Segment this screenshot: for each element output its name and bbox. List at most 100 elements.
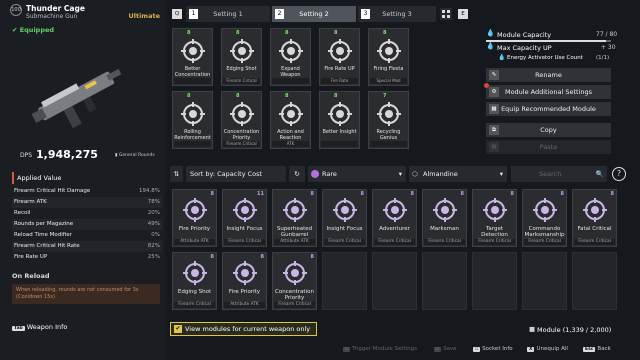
equipped-module-slot[interactable]: 8 Edging Shot Firearm Critical [221, 28, 262, 86]
module-cost: 8 [460, 191, 464, 197]
equip-recommended-button[interactable]: ▦ Equip Recommended Module [486, 102, 611, 116]
module-socket-type: Fire Rate [321, 78, 358, 84]
module-socket-type: Firearm Critical [224, 239, 265, 245]
equipped-module-slot[interactable]: 8 Better Concentration [172, 28, 213, 86]
save-button[interactable]: ▫ Save [434, 346, 457, 352]
ammo-type: ▮ General Rounds [115, 153, 155, 158]
tab-setting-1[interactable]: 1 Setting 1 [186, 6, 270, 22]
inventory-module-card[interactable]: 8 Fire Priority Attribute ATK [172, 189, 217, 247]
weapon-info-button[interactable]: Tab Weapon Info [12, 323, 67, 331]
inventory-module-card[interactable]: 8 Target Detection Firearm Critical [472, 189, 517, 247]
inventory-module-card[interactable]: 11 Insight Focus Firearm Critical [222, 189, 267, 247]
copy-label: Copy [540, 126, 557, 134]
stat-row: Recoil 20% [12, 208, 162, 219]
equipped-module-slot[interactable]: 8Expand Weapon Charge [270, 28, 311, 86]
search-placeholder: Search [539, 170, 562, 178]
tab-label: Setting 1 [213, 10, 243, 18]
module-socket-type: Firearm Critical [424, 239, 465, 245]
socket-info-button[interactable]: ▫ Socket Info [473, 346, 513, 352]
settings-icon: ⚙ [489, 87, 499, 97]
module-icon [326, 37, 354, 67]
equipped-module-slot[interactable]: 7 Recycling Genius [368, 91, 409, 149]
stat-value: 25% [147, 254, 160, 260]
prev-tab-key[interactable]: Q [172, 9, 182, 19]
search-input[interactable]: Search 🔍 [511, 166, 607, 182]
tab-setting-3[interactable]: 3 Setting 3 [358, 6, 436, 22]
module-icon [331, 196, 359, 224]
inventory-module-card[interactable]: 8 Concentration Priority Firearm Critical [272, 252, 317, 310]
module-cost: 8 [360, 191, 364, 197]
sort-dropdown[interactable]: Sort by: Capacity Cost [186, 166, 286, 182]
socket-filter-dropdown[interactable]: ⬡ Almandine ▾ [409, 166, 507, 182]
view-modules-label: View modules for current weapon only [185, 325, 311, 333]
inventory-module-card[interactable]: 8 Superheated Gunbarrel Attribute ATK [272, 189, 317, 247]
tab-label: Setting 2 [299, 10, 329, 18]
help-icon[interactable]: ? [612, 167, 626, 181]
back-button[interactable]: Esc Back [583, 346, 611, 352]
inventory-module-card[interactable]: 8 Adventurer Firearm Critical [372, 189, 417, 247]
module-socket-type [174, 78, 211, 84]
module-cost: 8 [610, 191, 614, 197]
rename-button[interactable]: ✎ Rename [486, 68, 611, 82]
additional-settings-button[interactable]: ⚙ Module Additional Settings [486, 85, 611, 99]
module-name: Better Concentration [174, 66, 211, 78]
equipped-module-slot[interactable]: 8 Action and Reaction ATK [270, 91, 311, 149]
equipped-module-slot[interactable]: 8 Fire Rate UP Fire Rate [319, 28, 360, 86]
module-icon [375, 100, 403, 130]
module-cost: 8 [310, 254, 314, 260]
activator-label: Energy Activator Use Count [507, 55, 583, 61]
inventory-module-card[interactable]: 8 Marksman Firearm Critical [422, 189, 467, 247]
inventory-module-card[interactable]: 8 Fatal Critical Firearm Critical [572, 189, 617, 247]
unequip-all-button[interactable]: X Unequip All [527, 346, 568, 352]
weapon-image [31, 68, 122, 129]
module-icon [281, 196, 309, 224]
rarity-filter-label: Rare [322, 170, 337, 178]
module-cost: 8 [187, 30, 191, 36]
inventory-module-card[interactable]: 8 Edging Shot Firearm Critical [172, 252, 217, 310]
module-name: Adventurer [379, 226, 410, 232]
on-reload-text: When reloading, rounds are not consumed … [12, 284, 160, 304]
chevron-down-icon: ▾ [499, 170, 503, 178]
tab-setting-2[interactable]: 2 Setting 2 [272, 6, 356, 22]
inventory-module-card[interactable]: 8 Insight Focus Firearm Critical [322, 189, 367, 247]
stats-panel: Applied Value Firearm Critical Hit Damag… [12, 172, 162, 263]
stats-list: Firearm Critical Hit Damage 194.8% Firearm… [12, 186, 162, 263]
sort-order-icon[interactable]: ⇅ [170, 166, 183, 182]
module-cost: 8 [210, 254, 214, 260]
weapon-name: Thunder Cage [26, 4, 85, 13]
module-cost: 8 [560, 191, 564, 197]
inventory-module-card[interactable]: 8 Commando Marksmanship Firearm Critical [522, 189, 567, 247]
equipped-module-slot[interactable]: 8 Rolling Reinforcement [172, 91, 213, 149]
paste-button[interactable]: ▤ Paste [486, 140, 611, 154]
module-socket-type: Attribute ATK [274, 239, 315, 245]
ammo-type-label: General Rounds [118, 153, 155, 158]
reset-filter-icon[interactable]: ↻ [289, 166, 305, 182]
module-icon [531, 196, 559, 224]
equipped-status: ✔ Equipped [12, 26, 55, 34]
stat-name: Fire Rate UP [14, 254, 48, 260]
module-cost: 8 [285, 30, 289, 36]
stat-row: Firearm ATK 78% [12, 197, 162, 208]
trigger-module-settings[interactable]: ▫ Trigger Module Settings [343, 346, 417, 352]
module-socket-type: Firearm Critical [574, 239, 615, 245]
equipped-module-slot[interactable]: 8 Better Insight [319, 91, 360, 149]
module-name: Action and Reaction [277, 129, 304, 141]
save-label: Save [443, 346, 457, 352]
empty-module-slot [322, 252, 367, 310]
view-current-weapon-toggle[interactable]: ✔ View modules for current weapon only [170, 322, 317, 336]
rarity-filter-dropdown[interactable]: Rare ▾ [308, 166, 406, 182]
module-icon [228, 100, 256, 130]
tab-key-icon: Tab [12, 326, 25, 331]
inventory-module-card[interactable]: 8 Fire Priority Attribute ATK [222, 252, 267, 310]
copy-button[interactable]: ⧉ Copy [486, 123, 611, 137]
module-name: Better Insight [322, 129, 357, 135]
module-socket-type: Firearm Critical [223, 141, 260, 147]
module-socket-type: Attribute ATK [174, 239, 215, 245]
equipped-module-slot[interactable]: 8 Firing Fiesta Special Mod [368, 28, 409, 86]
next-tab-key[interactable]: E [458, 9, 468, 19]
key-icon: ▫ [473, 347, 481, 352]
max-capacity-label: Max Capacity UP [497, 44, 552, 52]
module-name: Fire Priority [228, 289, 261, 295]
equipped-module-slot[interactable]: 8 Concentration Priority Firearm Critical [221, 91, 262, 149]
grid-view-icon[interactable] [440, 8, 452, 20]
